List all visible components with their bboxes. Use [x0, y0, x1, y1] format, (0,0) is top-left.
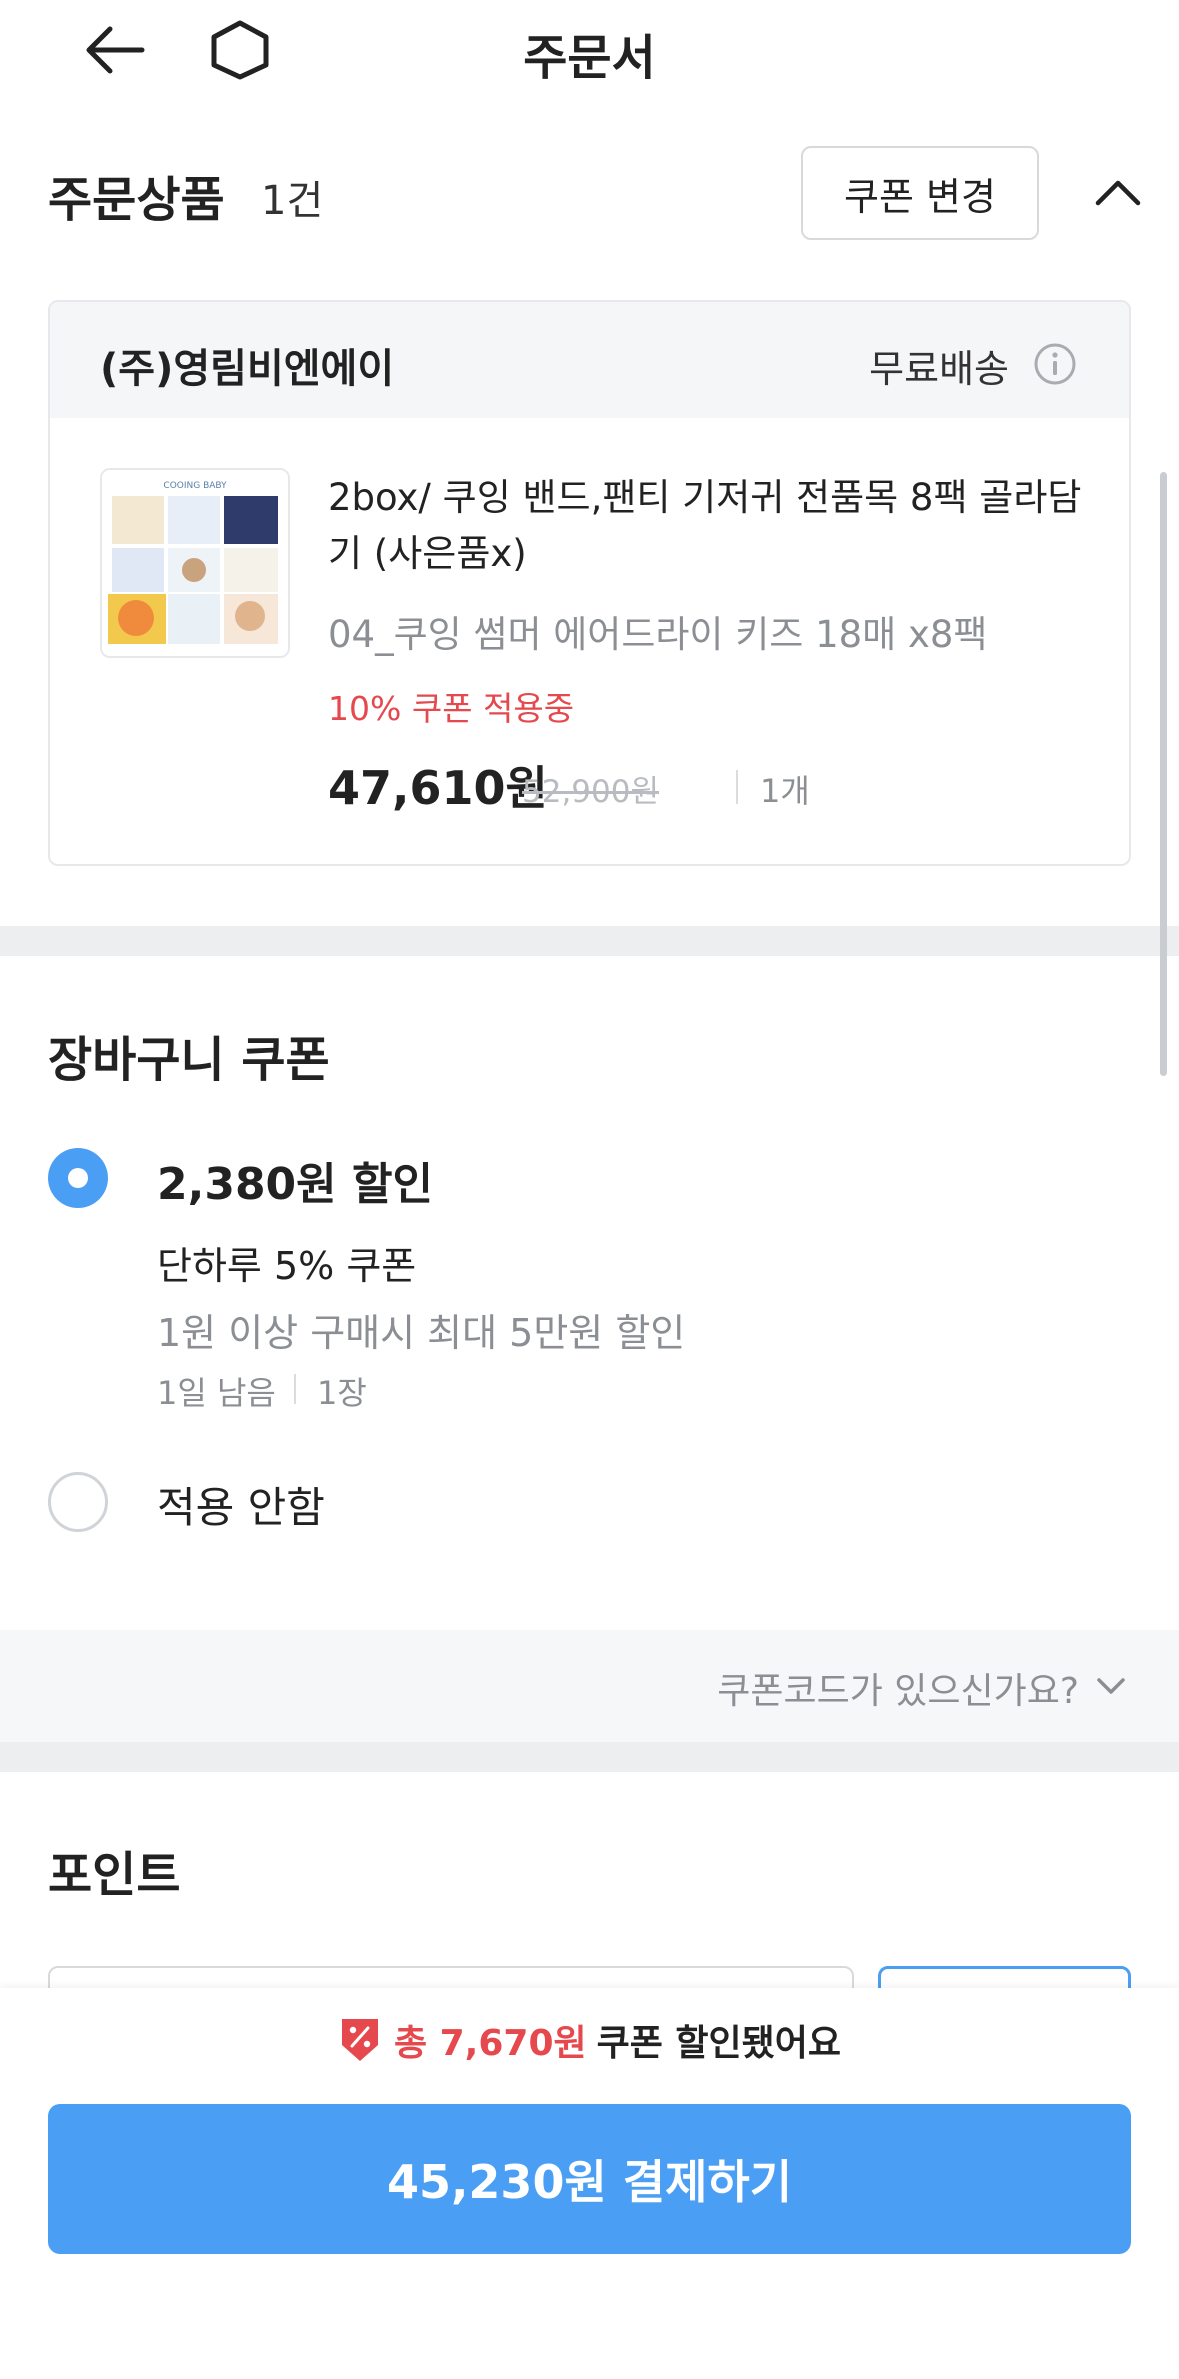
meta-divider [294, 1374, 296, 1404]
order-products-count: 1건 [261, 178, 324, 224]
price-divider [736, 770, 738, 804]
product-card: (주)영림비엔에이 무료배송 COOING BABY 2box/ 쿠잉 밴드,팬… [48, 300, 1131, 866]
coupon-applied-label: 10% 쿠폰 적용중 [328, 689, 575, 728]
coupon-name: 단하루 5% 쿠폰 [157, 1244, 417, 1288]
seller-header: (주)영림비엔에이 무료배송 [50, 302, 1129, 418]
quantity: 1개 [760, 772, 810, 810]
discount-message: 쿠폰 할인됐어요 [596, 2023, 842, 2064]
no-coupon-label[interactable]: 적용 안함 [157, 1474, 325, 1535]
pay-button[interactable]: 45,230원 결제하기 [48, 2104, 1131, 2254]
product-option: 04_쿠잉 썸머 에어드라이 키즈 18매 x8팩 [328, 613, 988, 656]
info-icon[interactable] [1033, 342, 1077, 386]
product-image: COOING BABY [102, 470, 288, 656]
coupon-radio-selected[interactable] [48, 1148, 108, 1208]
section-divider [0, 926, 1179, 956]
order-page: 주문서 주문상품 1건 쿠폰 변경 (주)영림비엔에이 무료배송 COOING … [0, 0, 1179, 2379]
coupon-code-prompt: 쿠폰코드가 있으신가요? [717, 1671, 1079, 1712]
original-price: 52,900원 [522, 774, 659, 810]
order-products-header: 주문상품 1건 쿠폰 변경 [48, 142, 1141, 242]
collapse-button[interactable] [1078, 152, 1158, 232]
page-title: 주문서 [523, 30, 656, 86]
discount-tag-icon [341, 2019, 378, 2061]
chevron-down-icon [1097, 1678, 1125, 1694]
discount-summary: 총 7,670원 쿠폰 할인됐어요 [0, 2010, 1179, 2070]
coupon-condition: 1원 이상 구매시 최대 5만원 할인 [157, 1311, 686, 1355]
shipping-label: 무료배송 [869, 347, 1009, 391]
coupon-count: 1장 [317, 1374, 367, 1412]
coupon-change-button[interactable]: 쿠폰 변경 [801, 146, 1039, 240]
scrollbar[interactable] [1160, 472, 1167, 1076]
top-header: 주문서 [0, 0, 1179, 100]
coupon-code-toggle[interactable]: 쿠폰코드가 있으신가요? [0, 1630, 1179, 1742]
coupon-radio-none[interactable] [48, 1472, 108, 1532]
cart-coupon-title: 장바구니 쿠폰 [48, 1032, 330, 1088]
sale-price: 47,610원 [328, 761, 548, 815]
product-thumbnail[interactable]: COOING BABY [100, 468, 290, 658]
coupon-discount-amount[interactable]: 2,380원 할인 [157, 1148, 433, 1212]
checkout-bar: 총 7,670원 쿠폰 할인됐어요 45,230원 결제하기 [0, 1988, 1179, 2379]
points-title: 포인트 [48, 1847, 181, 1903]
thumbnail-brand: COOING BABY [163, 481, 227, 491]
section-divider [0, 1742, 1179, 1772]
coupon-remaining: 1일 남음 [157, 1374, 276, 1412]
chevron-up-icon [1095, 180, 1141, 206]
discount-total: 총 7,670원 [393, 2023, 587, 2064]
order-products-title: 주문상품 [48, 172, 225, 228]
product-name[interactable]: 2box/ 쿠잉 밴드,팬티 기저귀 전품목 8팩 골라담기 (사은품x) [328, 470, 1088, 582]
seller-name: (주)영림비엔에이 [100, 346, 395, 392]
